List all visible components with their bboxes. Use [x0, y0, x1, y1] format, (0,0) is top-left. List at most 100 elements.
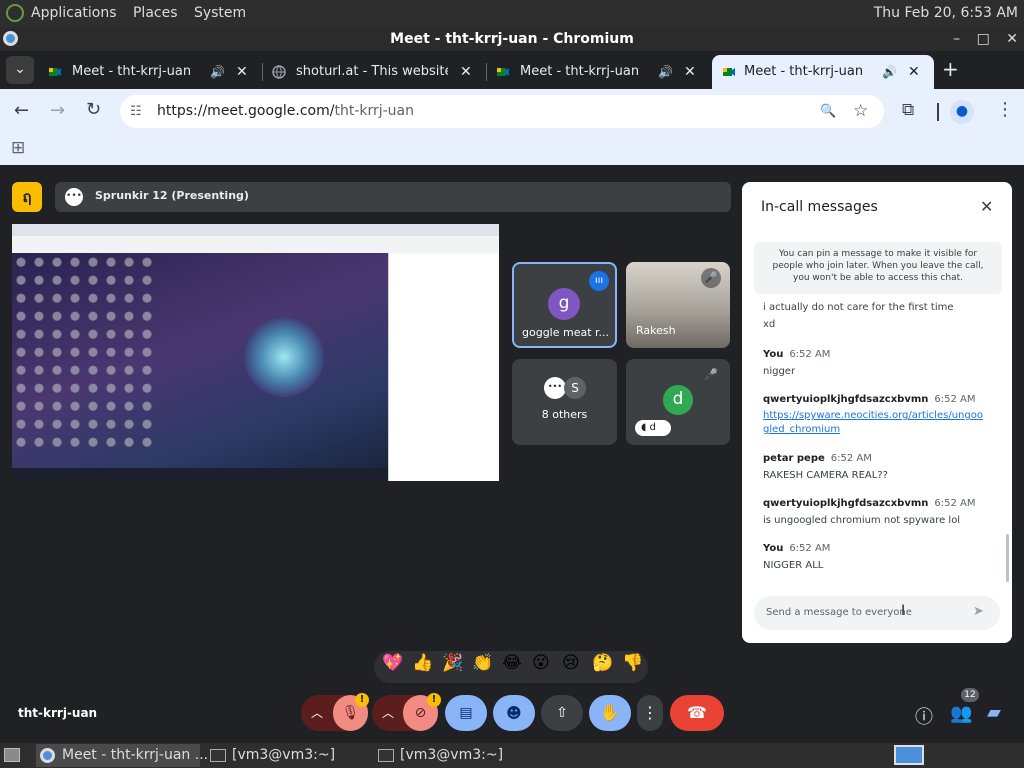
chrome-menu-icon[interactable]: ⋮: [996, 99, 1014, 120]
tab-strip: ⌄ Meet - tht-krrj-uan 🔊 ✕ shoturl.at - T…: [0, 51, 1024, 89]
meeting-info-icon[interactable]: ⓘ: [915, 703, 933, 729]
pin-note: You can pin a message to make it visible…: [754, 242, 1002, 294]
chevron-up-icon[interactable]: ︿: [382, 695, 394, 731]
chat-message: petar pepe 6:52 AM RAKESH CAMERA REAL??: [763, 453, 888, 481]
avatar: S: [564, 377, 586, 399]
tab-close-icon[interactable]: ✕: [236, 55, 248, 89]
reaction-clap[interactable]: 👏: [472, 653, 493, 673]
participant-tile[interactable]: 🎤 d ◖ d: [626, 359, 730, 445]
tab-close-icon[interactable]: ✕: [460, 55, 472, 89]
tab-sound-icon[interactable]: 🔊: [210, 55, 225, 89]
tab-shoturl[interactable]: shoturl.at - This website is ✕: [272, 55, 478, 89]
chat-scrollbar[interactable]: [1006, 534, 1009, 582]
taskbar-item-terminal-1[interactable]: [vm3@vm3:~]: [206, 744, 370, 767]
menu-applications[interactable]: Applications: [31, 5, 117, 21]
applications-logo-icon[interactable]: [6, 4, 24, 22]
shared-devtools-panel: [388, 253, 499, 481]
globe-icon: [272, 65, 286, 79]
chat-message: qwertyuioplkjhgfdsazcxbvmn 6:52 AM is ung…: [763, 498, 976, 526]
bookmark-star-icon[interactable]: ☆: [853, 95, 868, 128]
maximize-button[interactable]: □: [977, 31, 990, 47]
avatar: •••: [544, 377, 566, 399]
send-button[interactable]: ➤: [973, 604, 984, 619]
extensions-icon[interactable]: ⧉: [902, 100, 914, 120]
clock[interactable]: Thu Feb 20, 6:53 AM: [874, 5, 1018, 21]
address-bar[interactable]: ☷ https://meet.google.com/tht-krrj-uan 🔍…: [120, 95, 884, 128]
reaction-heart[interactable]: 💖: [382, 653, 403, 673]
reaction-thinking[interactable]: 🤔: [592, 653, 613, 673]
google-meet-icon: [723, 68, 735, 76]
chat-icon[interactable]: ▰: [987, 702, 1001, 723]
apps-grid-icon[interactable]: ⊞: [11, 138, 25, 158]
google-meet-icon: [49, 68, 61, 76]
new-tab-button[interactable]: +: [942, 57, 959, 81]
reaction-thumbs-up[interactable]: 👍: [412, 653, 433, 673]
reaction-laugh[interactable]: 😂: [502, 653, 522, 673]
others-tile[interactable]: ••• S 8 others: [512, 359, 617, 445]
tab-close-icon[interactable]: ✕: [684, 55, 696, 89]
participant-tile[interactable]: g ııı goggle meat r...: [512, 262, 617, 348]
tab-close-icon[interactable]: ✕: [908, 55, 920, 89]
tab-search-button[interactable]: ⌄: [6, 56, 34, 84]
zoom-icon[interactable]: 🔍: [820, 95, 836, 128]
menu-system[interactable]: System: [194, 5, 246, 21]
taskbar-item-chromium[interactable]: Meet - tht-krrj-uan ...: [36, 744, 208, 767]
tab-sound-icon[interactable]: 🔊: [658, 55, 673, 89]
reload-button[interactable]: ↻: [86, 99, 101, 120]
bookmark-bar: ⊞: [0, 135, 1024, 165]
chat-message: i actually do not care for the first tim…: [763, 302, 954, 330]
reaction-surprised[interactable]: 😮: [532, 653, 550, 673]
minimize-button[interactable]: –: [953, 31, 960, 47]
more-dots-icon: •••: [65, 188, 83, 206]
text-cursor-icon: I: [901, 603, 906, 619]
meet-logo-icon[interactable]: ฤ: [12, 182, 42, 212]
captions-button[interactable]: ▤: [445, 695, 487, 731]
tab-meet-active[interactable]: Meet - tht-krrj-uan 🔊 ✕: [712, 55, 934, 89]
toolbar: ← → ↻ ☷ https://meet.google.com/tht-krrj…: [0, 89, 1024, 135]
participant-name: Rakesh: [636, 324, 676, 337]
close-window-button[interactable]: ✕: [1006, 31, 1018, 47]
chevron-up-icon[interactable]: ︿: [311, 695, 323, 731]
presenting-banner[interactable]: ••• Sprunkir 12 (Presenting): [55, 182, 731, 212]
more-options-button[interactable]: ⋮: [637, 695, 663, 731]
leave-call-button[interactable]: ☎: [670, 695, 724, 731]
show-desktop-icon[interactable]: [4, 748, 20, 762]
url-host: https://meet.google.com/: [157, 103, 335, 119]
raise-hand-button[interactable]: ✋: [589, 695, 631, 731]
reaction-party[interactable]: 🎉: [442, 653, 463, 673]
profile-icon[interactable]: ●: [950, 100, 974, 124]
tab-meet-1[interactable]: Meet - tht-krrj-uan 🔊 ✕: [48, 55, 258, 89]
taskbar-item-terminal-2[interactable]: [vm3@vm3:~]: [374, 744, 538, 767]
chat-link[interactable]: https://spyware.neocities.org/articles/u…: [763, 409, 983, 437]
reaction-sad[interactable]: 😢: [562, 653, 580, 673]
url-path: tht-krrj-uan: [334, 103, 415, 119]
warning-badge: !: [427, 693, 441, 707]
participant-tile[interactable]: 🎤 Rakesh: [626, 262, 730, 348]
tab-separator: [262, 63, 263, 81]
window-titlebar[interactable]: Meet - tht-krrj-uan - Chromium – □ ✕: [0, 27, 1024, 51]
tab-meet-2[interactable]: Meet - tht-krrj-uan 🔊 ✕: [496, 55, 706, 89]
back-button[interactable]: ←: [14, 100, 29, 121]
present-button[interactable]: ⇧: [541, 695, 583, 731]
shared-taskbar: [12, 468, 388, 481]
forward-button[interactable]: →: [50, 100, 65, 121]
shared-screen[interactable]: [12, 224, 499, 481]
meeting-code: tht-krrj-uan: [18, 706, 98, 720]
menu-places[interactable]: Places: [133, 5, 178, 21]
message-input-placeholder: Send a message to everyone: [766, 607, 912, 618]
tab-sound-icon[interactable]: 🔊: [882, 55, 897, 89]
reaction-thumbs-down[interactable]: 👎: [622, 653, 643, 673]
shared-desktop-icons: [12, 255, 154, 455]
shared-wallpaper-orb: [244, 317, 324, 397]
avatar: g: [548, 288, 580, 320]
participant-tag: ◖ d: [635, 420, 671, 436]
people-icon[interactable]: 👥: [950, 703, 972, 724]
chat-message: qwertyuioplkjhgfdsazcxbvmn 6:52 AM https:…: [763, 394, 983, 437]
toolbar-divider: [937, 103, 939, 121]
message-input[interactable]: Send a message to everyone I ➤: [754, 596, 1000, 630]
workspace-switcher[interactable]: [894, 745, 924, 765]
site-info-icon[interactable]: ☷: [130, 95, 142, 128]
close-panel-button[interactable]: ✕: [980, 197, 993, 216]
terminal-icon: [210, 749, 226, 762]
emoji-button[interactable]: ☻: [493, 695, 535, 731]
